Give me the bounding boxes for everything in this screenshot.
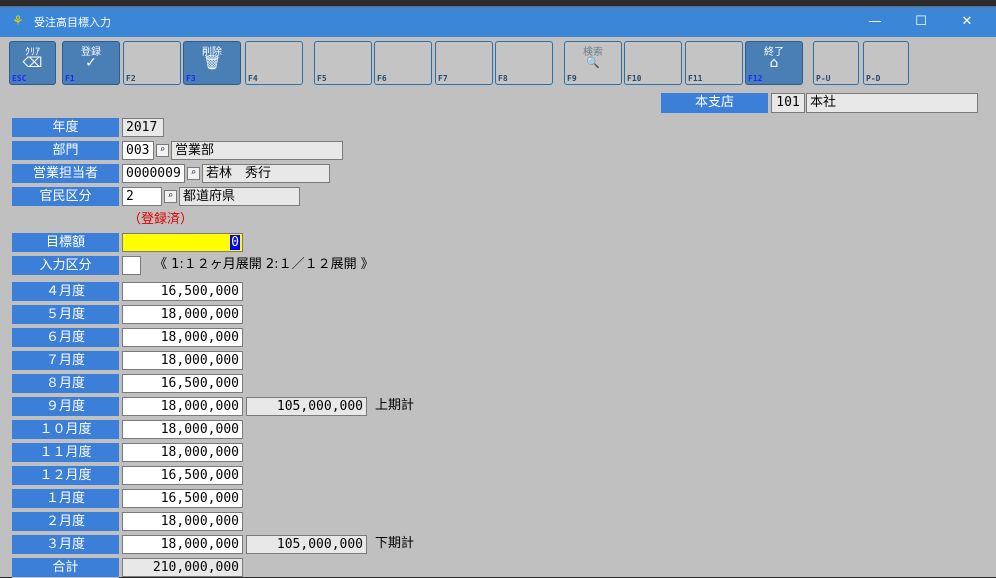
- input-type-input[interactable]: [122, 256, 141, 275]
- fkey-f4-button[interactable]: F4: [245, 41, 303, 85]
- month-amount-input[interactable]: 18,000,000: [122, 443, 243, 462]
- target-amount-input[interactable]: 0: [122, 233, 243, 252]
- fkey-code: F5: [317, 74, 327, 83]
- trash-icon: 🗑: [203, 55, 221, 71]
- fkey-code: F8: [498, 74, 508, 83]
- sector-name-field: 都道府県: [179, 187, 300, 206]
- fkey-code: F10: [627, 74, 642, 83]
- eraser-icon: ⌫: [22, 55, 43, 71]
- branch-code-field: 101: [771, 93, 805, 113]
- month-amount-input[interactable]: 18,000,000: [122, 351, 243, 370]
- person-search-icon[interactable]: ⌕: [187, 167, 200, 180]
- branch-label: 本支店: [661, 93, 768, 113]
- month-label: ７月度: [12, 351, 119, 371]
- month-amount-input[interactable]: 16,500,000: [122, 489, 243, 508]
- month-label: ８月度: [12, 374, 119, 394]
- subtotal-label: 上期計: [375, 398, 415, 413]
- fkey-code: F4: [248, 74, 258, 83]
- month-amount-input[interactable]: 18,000,000: [122, 397, 243, 416]
- fkey-f3-button[interactable]: 削除 🗑 F3: [183, 41, 241, 85]
- fkey-f5-button[interactable]: F5: [314, 41, 372, 85]
- total-field: 210,000,000: [122, 558, 243, 577]
- magnifier-icon: 🔍: [586, 56, 600, 69]
- fkey-code: P-D: [866, 74, 881, 83]
- fkey-code: P-U: [816, 74, 831, 83]
- fkey-f8-button[interactable]: F8: [495, 41, 553, 85]
- fkey-f12-button[interactable]: 終了 ⌂ F12: [745, 41, 803, 85]
- department-code-input[interactable]: 003: [122, 141, 154, 160]
- person-name-field: 若林 秀行: [202, 164, 330, 183]
- subtotal-label: 下期計: [375, 536, 415, 551]
- fkey-f7-button[interactable]: F7: [435, 41, 493, 85]
- fkey-f9-button[interactable]: 検索 🔍 F9: [564, 41, 622, 85]
- person-label: 営業担当者: [12, 164, 119, 184]
- department-label: 部門: [12, 141, 119, 161]
- subtotal-field: 105,000,000: [246, 535, 367, 554]
- subtotal-field: 105,000,000: [246, 397, 367, 416]
- total-label: 合計: [12, 558, 119, 578]
- month-label: ６月度: [12, 328, 119, 348]
- checkmark-icon: ✓: [85, 55, 97, 71]
- month-amount-input[interactable]: 16,500,000: [122, 282, 243, 301]
- sector-search-icon[interactable]: ⌕: [164, 190, 177, 203]
- fkey-code: F12: [748, 74, 763, 83]
- person-code-input[interactable]: 0000009: [122, 164, 185, 183]
- maximize-button[interactable]: ☐: [898, 7, 944, 37]
- fkey-code: F9: [567, 74, 577, 83]
- month-label: １０月度: [12, 420, 119, 440]
- fkey-code: F6: [377, 74, 387, 83]
- month-amount-input[interactable]: 16,500,000: [122, 374, 243, 393]
- month-label: １月度: [12, 489, 119, 509]
- month-amount-input[interactable]: 18,000,000: [122, 512, 243, 531]
- app-window: ⚘ 受注高目標入力 — ☐ ✕ ｸﾘｱ ⌫ ESC 登録 ✓ F1 F2 削除 🗑 F3 F4 F5 F…: [0, 6, 996, 578]
- minimize-button[interactable]: —: [852, 7, 898, 37]
- month-amount-input[interactable]: 18,000,000: [122, 420, 243, 439]
- title-bar: ⚘ 受注高目標入力 — ☐ ✕: [0, 7, 996, 37]
- month-amount-input[interactable]: 16,500,000: [122, 466, 243, 485]
- app-logo-icon: ⚘: [12, 14, 24, 29]
- month-label: ５月度: [12, 305, 119, 325]
- fkey-p-u-button[interactable]: P-U: [813, 41, 859, 85]
- department-name-field: 営業部: [171, 141, 343, 160]
- fkey-f6-button[interactable]: F6: [374, 41, 432, 85]
- registration-status: （登録済）: [128, 212, 194, 227]
- fkey-code: F2: [126, 74, 136, 83]
- fkey-code: F11: [688, 74, 703, 83]
- fkey-code: ESC: [12, 74, 27, 83]
- year-field[interactable]: 2017: [122, 118, 164, 137]
- branch-name-field: 本社: [806, 93, 978, 113]
- sector-code-input[interactable]: 2: [122, 187, 162, 206]
- fkey-f1-button[interactable]: 登録 ✓ F1: [62, 41, 120, 85]
- home-icon: ⌂: [769, 55, 779, 71]
- department-search-icon[interactable]: ⌕: [156, 144, 169, 157]
- month-label: ２月度: [12, 512, 119, 532]
- month-amount-input[interactable]: 18,000,000: [122, 305, 243, 324]
- sector-label: 官民区分: [12, 187, 119, 207]
- month-label: ３月度: [12, 535, 119, 555]
- input-type-hint: 《 1:１２ヶ月展開 2:１／１２展開 》: [154, 257, 374, 272]
- month-label: １１月度: [12, 443, 119, 463]
- fkey-f10-button[interactable]: F10: [624, 41, 682, 85]
- fkey-code: F7: [438, 74, 448, 83]
- close-button[interactable]: ✕: [944, 7, 990, 37]
- month-label: ４月度: [12, 282, 119, 302]
- fkey-f11-button[interactable]: F11: [685, 41, 743, 85]
- fkey-f2-button[interactable]: F2: [123, 41, 181, 85]
- month-label: ９月度: [12, 397, 119, 417]
- target-label: 目標額: [12, 233, 119, 253]
- month-label: １２月度: [12, 466, 119, 486]
- fkey-p-d-button[interactable]: P-D: [863, 41, 909, 85]
- month-amount-input[interactable]: 18,000,000: [122, 535, 243, 554]
- fkey-code: F1: [65, 74, 75, 83]
- input-type-label: 入力区分: [12, 256, 119, 276]
- fkey-code: F3: [186, 74, 196, 83]
- year-label: 年度: [12, 118, 119, 138]
- fkey-esc-button[interactable]: ｸﾘｱ ⌫ ESC: [9, 41, 56, 85]
- window-title: 受注高目標入力: [34, 16, 111, 29]
- month-amount-input[interactable]: 18,000,000: [122, 328, 243, 347]
